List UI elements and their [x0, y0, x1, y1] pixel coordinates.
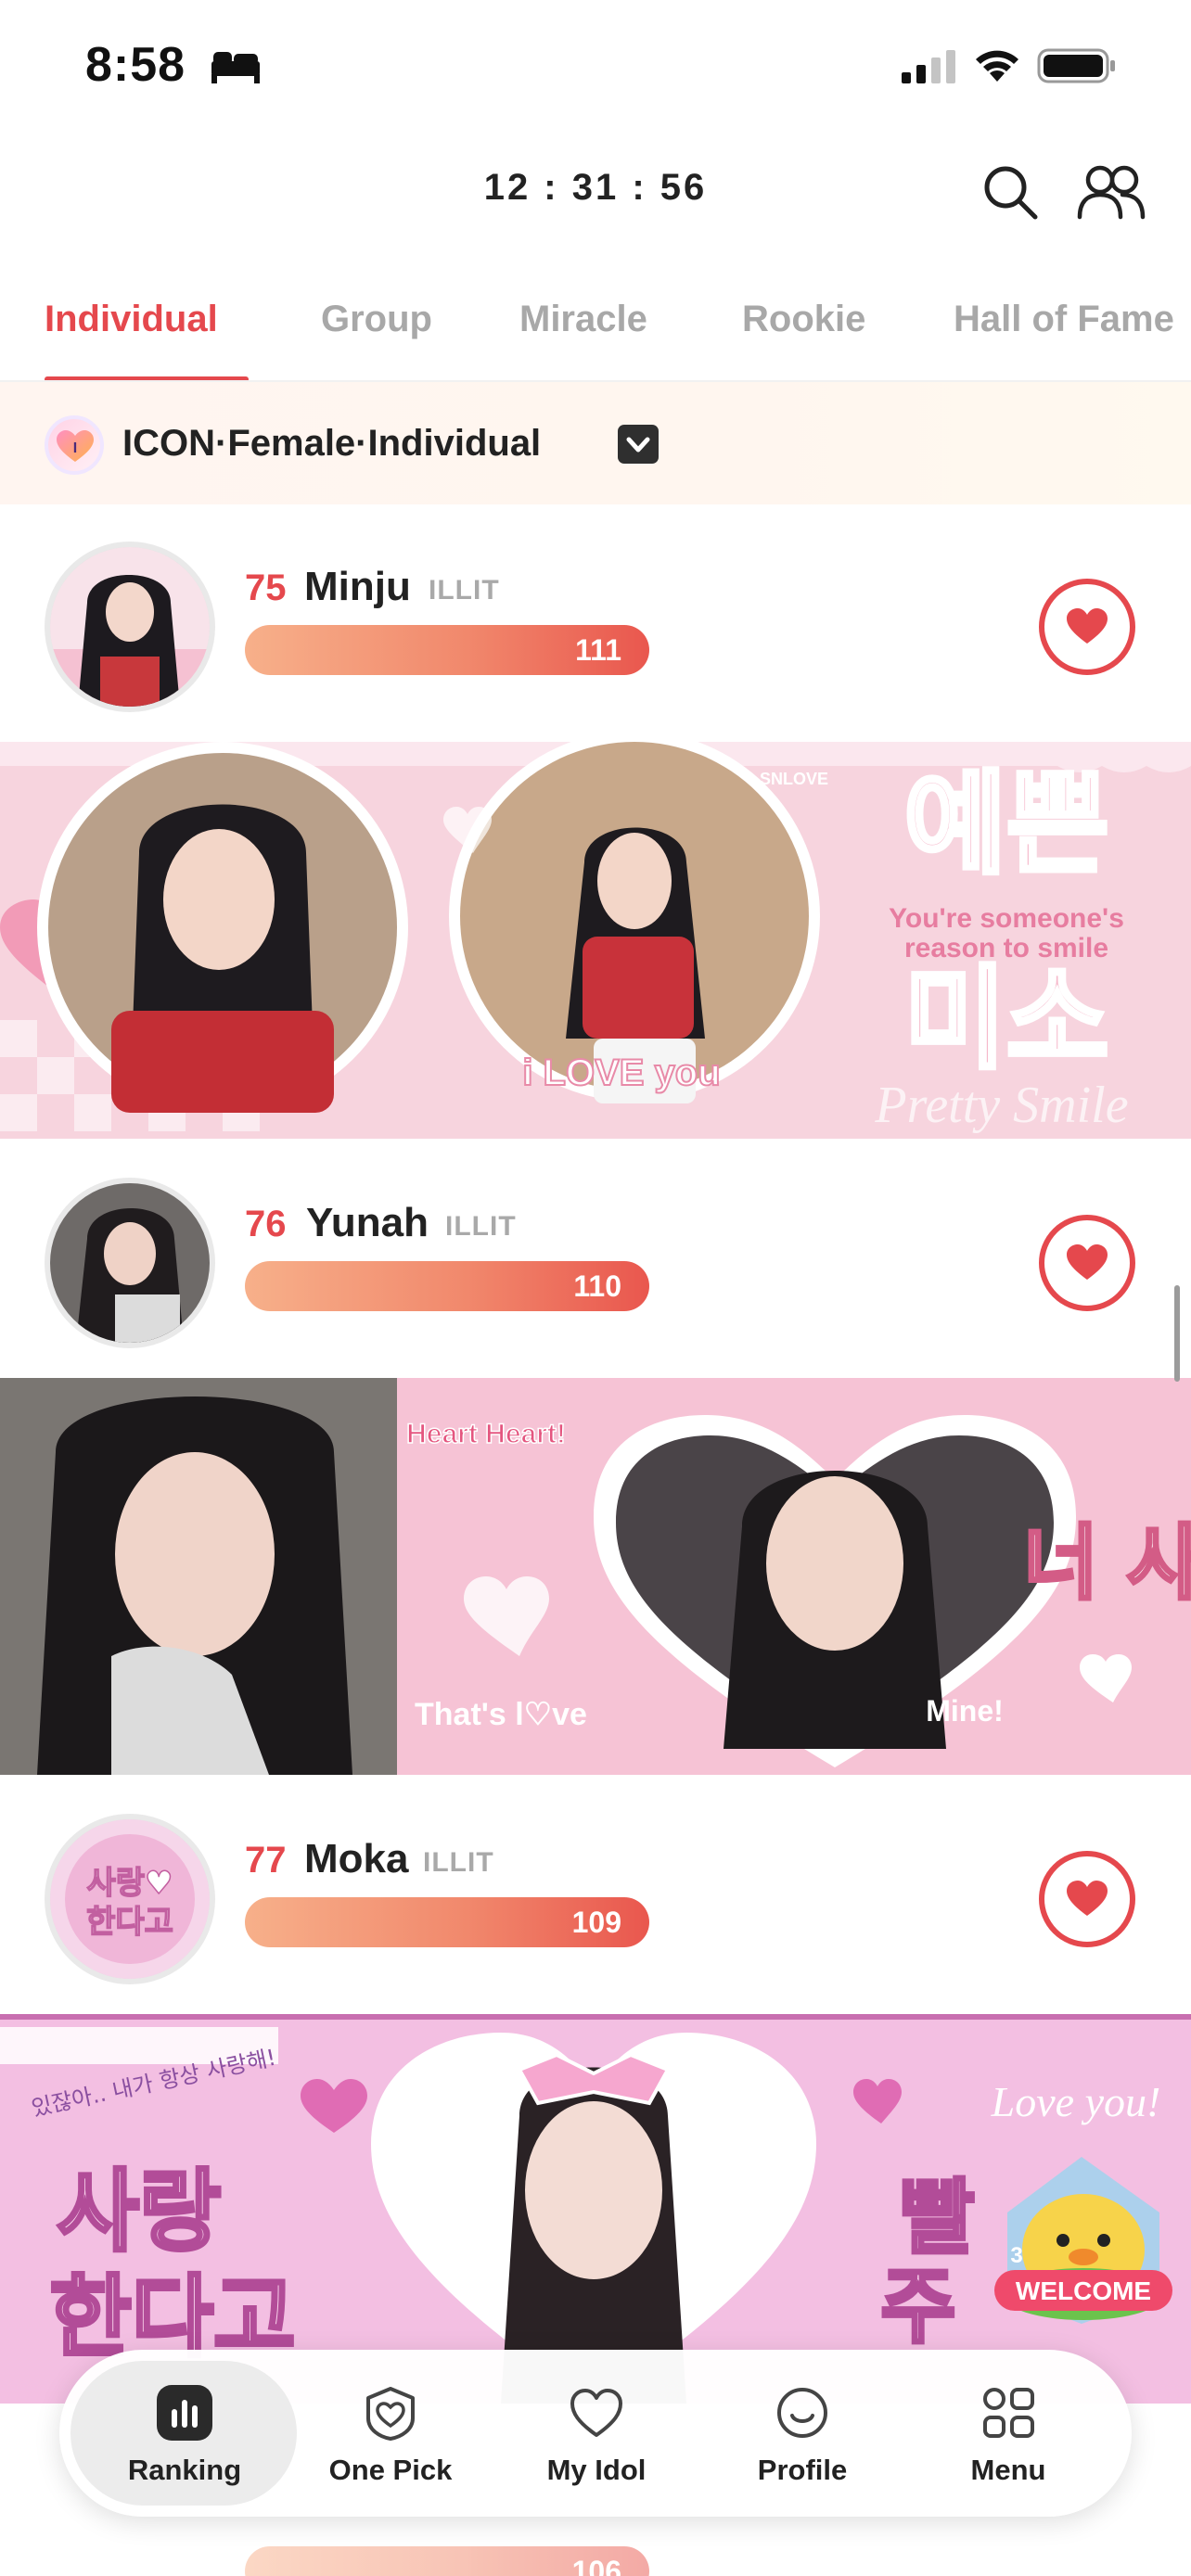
nav-label: One Pick [328, 2454, 453, 2486]
heart-badge-icon: I [57, 430, 94, 462]
tab-hall-of-fame[interactable]: Hall of Fame [954, 299, 1174, 340]
ranking-row-75[interactable]: 75 Minju ILLIT 111 [0, 508, 1191, 740]
minju-fan-banner[interactable]: i LOVE you 예쁜 You're someone's reason to… [0, 742, 1191, 1139]
nav-label: My Idol [546, 2454, 647, 2486]
bar-chart-icon [157, 2385, 212, 2441]
love-you-text: Love you! [991, 2078, 1161, 2125]
svg-text:한다고: 한다고 [86, 1904, 173, 1941]
svg-text:사랑♥: 사랑♥ [86, 1865, 173, 1902]
heart-heart-text: Heart Heart! [406, 1419, 566, 1449]
script-text: Pretty Smile [874, 1077, 1128, 1134]
nav-label: Profile [757, 2454, 848, 2486]
app-screen: 8:58 12 : 31 : 56 Individual Group Mirac… [0, 0, 1191, 2576]
idol-name: Yunah [306, 1200, 429, 1245]
korean-left-1: 사랑 [58, 2160, 222, 2264]
yunah-fan-banner[interactable]: Heart Heart! 너 사랑 Mine! That's l♡ve [0, 1378, 1191, 1775]
scroll-indicator[interactable] [1174, 1285, 1180, 1382]
heart-icon [1067, 1244, 1108, 1280]
korean-text: 너 사랑 [1023, 1515, 1191, 1611]
category-label: ICON·Female·Individual [122, 423, 542, 464]
idol-avatar[interactable]: 사랑♥ 한다고 [45, 1814, 215, 1984]
friends-icon[interactable] [1076, 163, 1146, 221]
welcome-count: 3 [1010, 2243, 1022, 2268]
vote-heart-button[interactable] [1039, 1215, 1135, 1311]
search-icon[interactable] [981, 163, 1039, 221]
idol-avatar[interactable] [45, 1178, 215, 1348]
tab-miracle[interactable]: Miracle [519, 299, 647, 340]
idol-name: Moka [304, 1836, 409, 1881]
vote-heart-button[interactable] [1039, 579, 1135, 675]
vote-count: 111 [575, 633, 621, 667]
tab-individual[interactable]: Individual [45, 299, 218, 340]
ranking-row-77[interactable]: 사랑♥ 한다고 77 Moka ILLIT 109 [0, 1780, 1191, 2012]
badge-letter: I [73, 440, 77, 456]
icon-category-badge: I [45, 415, 104, 475]
battery-icon [1037, 48, 1115, 83]
tagline-1: You're someone's [889, 903, 1124, 934]
idol-group: ILLIT [429, 575, 500, 606]
idol-avatar[interactable] [45, 542, 215, 712]
dropdown-arrow-icon[interactable] [618, 425, 659, 464]
nav-profile[interactable]: Profile [696, 2350, 909, 2517]
nav-menu[interactable]: Menu [902, 2350, 1115, 2517]
nav-label: Menu [970, 2454, 1046, 2486]
vote-progress-bar: 109 [245, 1897, 649, 1947]
category-selector[interactable]: I ICON·Female·Individual [0, 382, 1191, 504]
heart-badge-icon [366, 2387, 415, 2441]
nav-ranking[interactable]: Ranking [78, 2350, 291, 2517]
korean-title-bottom: 미소 [904, 955, 1109, 1084]
cellular-signal-icon [902, 50, 955, 83]
vote-count: 110 [573, 1269, 621, 1303]
heart-icon [1067, 608, 1108, 644]
korean-title-top: 예쁜 [904, 760, 1109, 889]
bottom-navigation: Ranking One Pick My Idol Profile Menu [59, 2350, 1132, 2517]
wifi-icon [976, 50, 1018, 82]
rank-number: 77 [245, 1840, 287, 1881]
idol-group: ILLIT [445, 1211, 517, 1242]
ranking-row-76[interactable]: 76 Yunah ILLIT 110 [0, 1144, 1191, 1376]
status-time: 8:58 [85, 38, 186, 92]
tab-rookie[interactable]: Rookie [742, 299, 865, 340]
nav-my-idol[interactable]: My Idol [490, 2350, 703, 2517]
vote-progress-bar: 106 [245, 2546, 649, 2576]
vote-count: 109 [571, 1906, 621, 1939]
smile-face-icon [777, 2388, 827, 2438]
status-bar: 8:58 [0, 0, 1191, 130]
sleep-focus-icon [211, 52, 260, 83]
rank-number: 75 [245, 567, 287, 608]
vote-progress-bar: 111 [245, 625, 649, 675]
vote-count: 106 [571, 2555, 621, 2576]
idol-name: Minju [304, 564, 411, 609]
vote-heart-button[interactable] [1039, 1851, 1135, 1947]
welcome-event-badge[interactable]: WELCOME 3 [989, 2138, 1178, 2333]
heart-icon [1067, 1881, 1108, 1916]
mine-text: Mine! [926, 1694, 1004, 1728]
love-text: i LOVE you [522, 1052, 720, 1093]
heart-outline-icon [570, 2389, 622, 2437]
idol-group: ILLIT [423, 1847, 494, 1878]
tab-group[interactable]: Group [321, 299, 432, 340]
korean-right-2: 주 [881, 2259, 956, 2354]
rank-number: 76 [245, 1204, 287, 1244]
small-tag: SNLOVE [760, 770, 828, 788]
nav-label: Ranking [127, 2454, 242, 2486]
korean-right-1: 빨 [900, 2170, 975, 2265]
nav-one-pick[interactable]: One Pick [284, 2350, 497, 2517]
ranking-tabs: Individual Group Miracle Rookie Hall of … [0, 278, 1191, 382]
welcome-label: WELCOME [1016, 2276, 1151, 2305]
grid-menu-icon [983, 2388, 1034, 2438]
vote-progress-bar: 110 [245, 1261, 649, 1311]
thats-love-text: That's l♡ve [415, 1697, 587, 1732]
